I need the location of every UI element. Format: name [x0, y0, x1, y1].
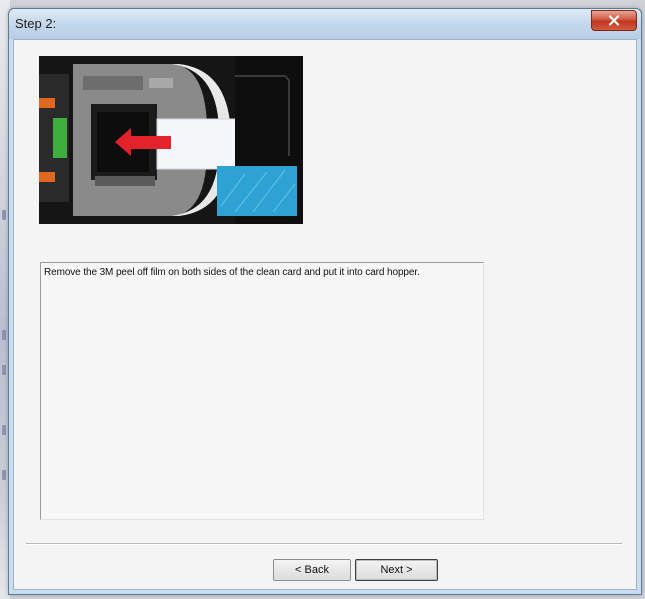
wizard-window: Step 2: Remove the 3M peel off film on b…	[8, 8, 642, 595]
desktop-mark	[2, 330, 6, 340]
wizard-content: Remove the 3M peel off film on both side…	[13, 39, 637, 590]
button-separator	[26, 543, 622, 545]
close-button[interactable]	[591, 10, 637, 31]
next-button[interactable]: Next >	[355, 559, 438, 581]
title-bar[interactable]: Step 2:	[9, 9, 641, 39]
instruction-photo	[39, 56, 303, 224]
back-button[interactable]: < Back	[273, 559, 351, 581]
window-title: Step 2:	[15, 16, 57, 31]
desktop-mark	[2, 425, 6, 435]
desktop-mark	[2, 365, 6, 375]
close-icon	[608, 15, 620, 26]
desktop-mark	[2, 210, 6, 220]
card-insertion-photo-icon	[39, 56, 303, 224]
instructions-text: Remove the 3M peel off film on both side…	[44, 267, 420, 278]
desktop-mark	[2, 470, 6, 480]
instructions-textbox[interactable]: Remove the 3M peel off film on both side…	[40, 262, 484, 520]
